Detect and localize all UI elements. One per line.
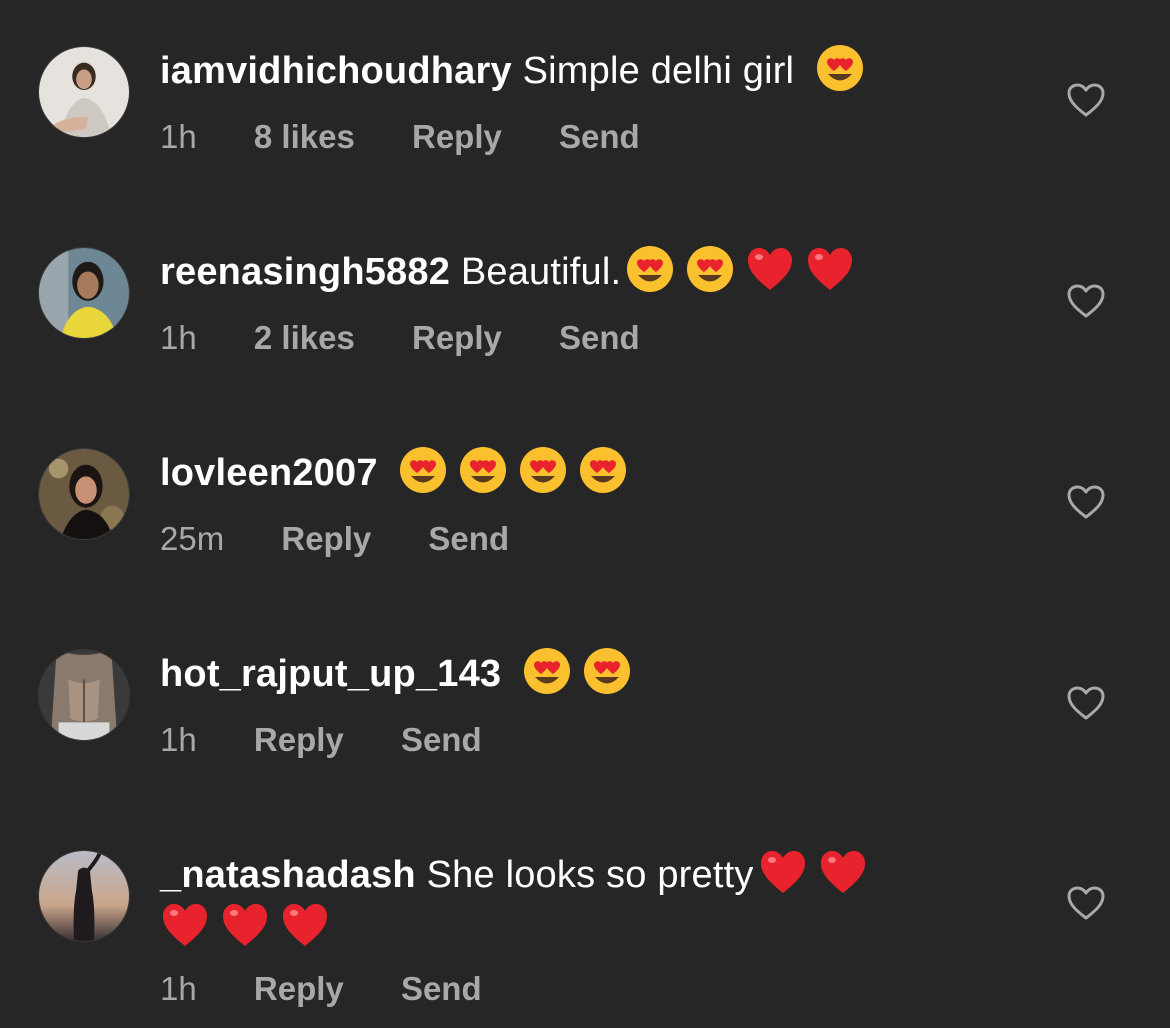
red-heart-emoji-icon xyxy=(745,244,795,294)
comment-timestamp: 1h xyxy=(160,319,197,356)
heart-eyes-emoji-icon xyxy=(685,244,735,294)
avatar[interactable] xyxy=(38,649,130,741)
reply-button[interactable]: Reply xyxy=(412,318,502,358)
comment-username[interactable]: hot_rajput_up_143 xyxy=(160,653,501,695)
red-heart-emoji-icon xyxy=(220,900,270,950)
avatar[interactable] xyxy=(38,850,130,942)
heart-eyes-emoji-icon xyxy=(518,445,568,495)
heart-eyes-emoji-icon xyxy=(625,244,675,294)
send-button[interactable]: Send xyxy=(401,969,482,1009)
likes-count-link[interactable]: 8 likes xyxy=(254,117,355,157)
avatar-image xyxy=(39,47,129,137)
red-heart-emoji-icon xyxy=(160,900,210,950)
avatar[interactable] xyxy=(38,46,130,138)
comment-timestamp: 1h xyxy=(160,118,197,155)
comment-text: Beautiful. xyxy=(460,251,622,293)
heart-eyes-emoji-icon xyxy=(582,646,632,696)
heart-eyes-emoji-icon xyxy=(815,43,865,93)
heart-outline-icon[interactable] xyxy=(1066,82,1106,118)
avatar[interactable] xyxy=(38,247,130,339)
comment-text: Simple delhi girl xyxy=(522,50,795,92)
heart-outline-icon[interactable] xyxy=(1066,885,1106,921)
heart-outline-icon[interactable] xyxy=(1066,685,1106,721)
avatar-image xyxy=(39,449,129,539)
heart-eyes-emoji-icon xyxy=(398,445,448,495)
red-heart-emoji-icon xyxy=(758,847,808,897)
red-heart-emoji-icon xyxy=(818,847,868,897)
avatar[interactable] xyxy=(38,448,130,540)
send-button[interactable]: Send xyxy=(559,318,640,358)
comment-username[interactable]: reenasingh5882 xyxy=(160,251,450,293)
red-heart-emoji-icon xyxy=(805,244,855,294)
send-button[interactable]: Send xyxy=(401,720,482,760)
reply-button[interactable]: Reply xyxy=(281,519,371,559)
comment-timestamp: 1h xyxy=(160,721,197,758)
comment-username[interactable]: lovleen2007 xyxy=(160,452,378,494)
heart-eyes-emoji-icon xyxy=(458,445,508,495)
heart-outline-icon[interactable] xyxy=(1066,283,1106,319)
send-button[interactable]: Send xyxy=(559,117,640,157)
comment-username[interactable]: iamvidhichoudhary xyxy=(160,50,512,92)
reply-button[interactable]: Reply xyxy=(254,969,344,1009)
avatar-image xyxy=(39,650,129,740)
comment-timestamp: 1h xyxy=(160,970,197,1007)
send-button[interactable]: Send xyxy=(428,519,509,559)
comment-timestamp: 25m xyxy=(160,520,225,557)
comment-text: She looks so pretty xyxy=(426,854,754,896)
avatar-image xyxy=(39,851,129,941)
heart-eyes-emoji-icon xyxy=(522,646,572,696)
reply-button[interactable]: Reply xyxy=(412,117,502,157)
heart-outline-icon[interactable] xyxy=(1066,484,1106,520)
heart-eyes-emoji-icon xyxy=(578,445,628,495)
reply-button[interactable]: Reply xyxy=(254,720,344,760)
likes-count-link[interactable]: 2 likes xyxy=(254,318,355,358)
avatar-image xyxy=(39,248,129,338)
red-heart-emoji-icon xyxy=(280,900,330,950)
comment-username[interactable]: _natashadash xyxy=(160,854,416,896)
